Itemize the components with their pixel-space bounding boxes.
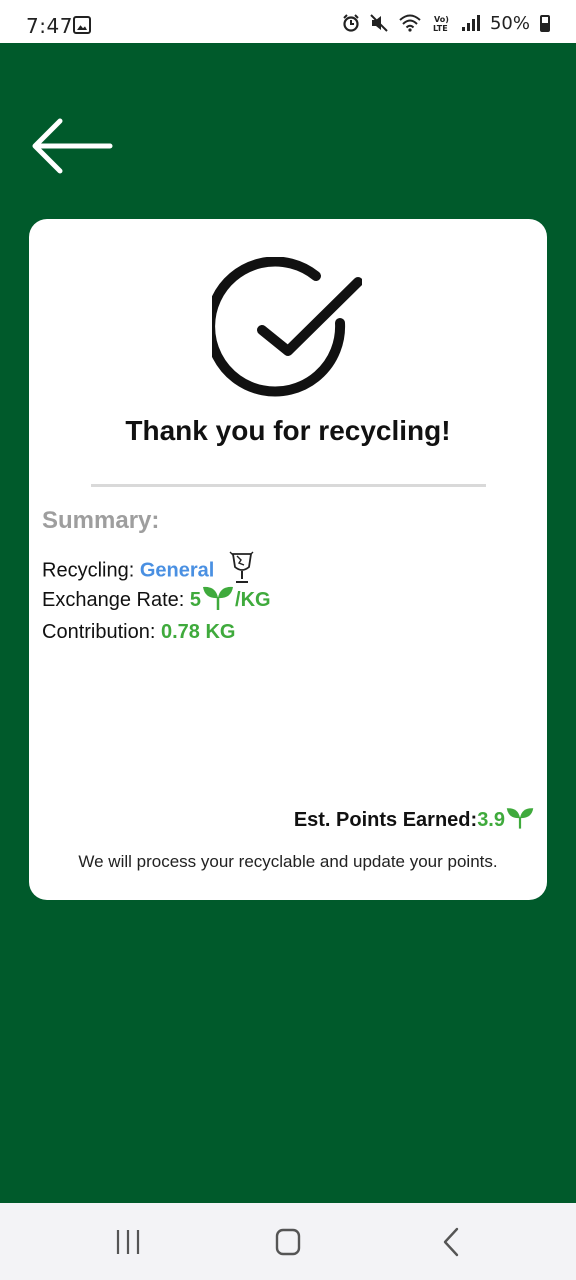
system-nav-bar (0, 1203, 576, 1280)
status-bar: 7:47 Vo) LTE 50% (0, 0, 576, 43)
arrow-left-icon (32, 118, 113, 174)
contribution-row: Contribution: 0.78 KG (42, 621, 235, 644)
page-title: Thank you for recycling! (125, 415, 451, 446)
home-button[interactable] (268, 1227, 308, 1257)
sprout-icon (506, 807, 534, 829)
svg-text:LTE: LTE (433, 24, 448, 32)
processing-note: We will process your recyclable and upda… (78, 852, 498, 871)
broken-glass-icon (229, 551, 254, 583)
sprout-icon (203, 586, 234, 610)
estimated-points: Est. Points Earned:3.9 (293, 807, 535, 832)
back-icon (443, 1227, 459, 1257)
status-time: 7:47 (26, 14, 73, 38)
exchange-label: Exchange Rate: (42, 589, 185, 611)
confirmation-card: Thank you for recycling! Summary: Recycl… (29, 219, 547, 900)
signal-icon (461, 15, 480, 31)
divider (91, 484, 486, 487)
check-circle-icon (212, 257, 362, 397)
svg-text:Vo): Vo) (434, 15, 449, 24)
volte-icon: Vo) LTE (433, 15, 449, 32)
exchange-value: 5 (189, 589, 202, 611)
recent-apps-button[interactable] (108, 1227, 148, 1257)
recent-apps-icon (116, 1230, 140, 1254)
recycling-row: Recycling: General (42, 551, 256, 585)
alarm-icon (343, 14, 359, 32)
battery-percent: 50% (489, 12, 530, 34)
contribution-value: 0.78 KG (160, 621, 236, 643)
battery-icon (540, 14, 550, 32)
home-icon (275, 1228, 301, 1256)
recycling-label: Recycling: (42, 559, 135, 582)
contribution-label: Contribution: (42, 621, 156, 643)
est-points-value: 3.9 (477, 809, 505, 831)
est-points-label: Est. Points Earned: (293, 809, 478, 831)
exchange-rate-row: Exchange Rate: 5 /KG (42, 586, 271, 612)
gallery-icon (73, 16, 91, 34)
exchange-unit: /KG (235, 589, 271, 611)
wifi-icon (399, 14, 421, 32)
system-back-button[interactable] (430, 1227, 470, 1257)
status-icons: Vo) LTE 50% (342, 11, 550, 35)
back-button[interactable] (30, 115, 114, 177)
mute-icon (370, 14, 388, 32)
summary-heading: Summary: (42, 507, 160, 534)
recycling-value: General (139, 559, 215, 582)
